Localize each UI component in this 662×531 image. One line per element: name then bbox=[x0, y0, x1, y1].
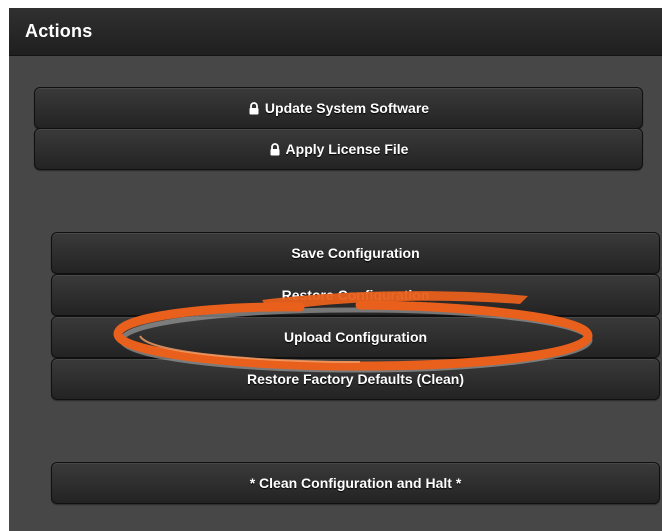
save-configuration-label: Save Configuration bbox=[291, 245, 420, 261]
lock-icon bbox=[270, 142, 280, 155]
panel-header: Actions bbox=[9, 8, 662, 56]
apply-license-file-button[interactable]: Apply License File bbox=[34, 128, 643, 170]
actions-panel: Actions Update System Software Apply Lic… bbox=[9, 8, 662, 531]
update-system-software-label: Update System Software bbox=[264, 100, 430, 116]
clean-configuration-and-halt-button[interactable]: * Clean Configuration and Halt * bbox=[51, 462, 660, 504]
restore-configuration-label: Restore Configuration bbox=[281, 287, 430, 303]
restore-factory-defaults-label: Restore Factory Defaults (Clean) bbox=[246, 371, 465, 387]
upload-configuration-button[interactable]: Upload Configuration bbox=[51, 316, 660, 358]
clean-configuration-and-halt-label: * Clean Configuration and Halt * bbox=[249, 475, 462, 491]
restore-factory-defaults-button[interactable]: Restore Factory Defaults (Clean) bbox=[51, 358, 660, 400]
upload-configuration-label: Upload Configuration bbox=[283, 329, 428, 345]
save-configuration-button[interactable]: Save Configuration bbox=[51, 232, 660, 274]
panel-title: Actions bbox=[25, 21, 93, 41]
apply-license-file-label: Apply License File bbox=[285, 141, 409, 157]
restore-configuration-button[interactable]: Restore Configuration bbox=[51, 274, 660, 316]
update-system-software-button[interactable]: Update System Software bbox=[34, 87, 643, 129]
lock-icon bbox=[249, 101, 259, 114]
